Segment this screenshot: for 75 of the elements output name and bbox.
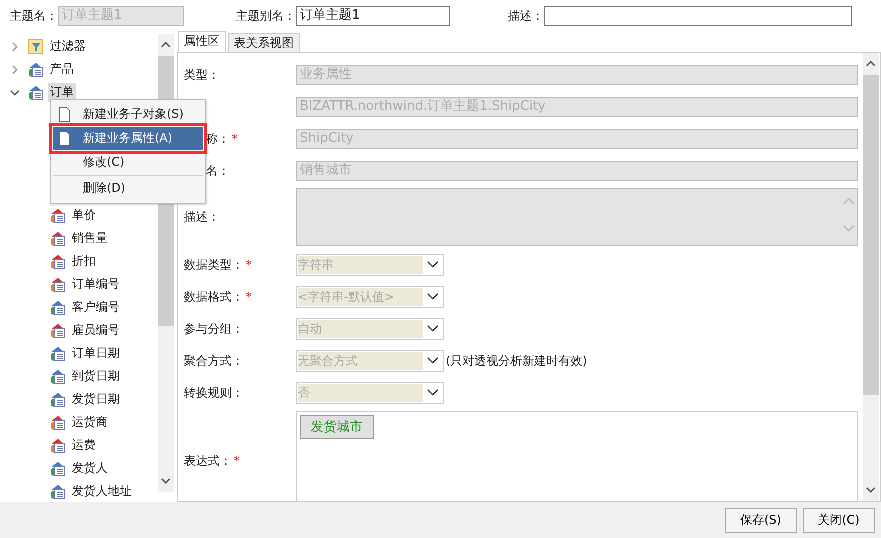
scroll-down-icon[interactable] [161, 478, 171, 484]
scroll-up-icon[interactable] [866, 61, 876, 67]
field-label: 主题别名： [236, 8, 296, 24]
scrollbar[interactable] [863, 53, 879, 501]
tab[interactable]: 表关系视图 [228, 33, 300, 52]
document-icon [59, 106, 71, 122]
measure-field-icon [50, 208, 66, 224]
scroll-arrows-icon [843, 195, 855, 235]
field-label: 描述： [508, 8, 544, 24]
measure-field-icon [50, 254, 66, 270]
close-button[interactable]: 关闭(C) [803, 508, 875, 532]
field-label: 参与分组： [184, 322, 244, 336]
menu-item[interactable]: 新建业务属性(A) [53, 127, 203, 150]
collapse-chevron-icon[interactable] [10, 88, 20, 98]
measure-field-icon [50, 414, 66, 430]
expand-chevron-icon[interactable] [10, 42, 20, 52]
table-icon [28, 84, 44, 100]
tree-item[interactable]: 发货日期 [70, 390, 122, 409]
expand-chevron-icon[interactable] [10, 64, 20, 74]
measure-field-icon [50, 230, 66, 246]
required-mark: * [246, 258, 252, 272]
measure-field-icon [50, 438, 66, 454]
chevron-down-icon [427, 357, 439, 365]
description-field[interactable] [544, 6, 852, 26]
field-label: 称： [206, 132, 230, 146]
save-button[interactable]: 保存(S) [725, 508, 797, 532]
document-icon [59, 130, 71, 146]
hint-text: (只对透视分析新建时有效) [446, 352, 588, 370]
field-label: 转换规则： [184, 386, 244, 400]
field-label: 描述： [184, 210, 220, 224]
field-label: 表达式： [184, 454, 232, 468]
chevron-down-icon [427, 325, 439, 333]
measure-field-icon [50, 276, 66, 292]
field-label: 类型： [184, 68, 220, 82]
menu-item[interactable]: 新建业务子对象(S) [53, 103, 203, 126]
tree-item[interactable]: 发货人地址 [70, 482, 134, 501]
dimension-field-icon [50, 484, 66, 500]
table-icon [28, 62, 44, 78]
measure-field-icon [50, 322, 66, 338]
tree-item[interactable]: 折扣 [70, 252, 98, 271]
required-mark: * [234, 454, 240, 468]
required-mark: * [232, 132, 238, 146]
dimension-field-icon [50, 460, 66, 476]
tree-item[interactable]: 单价 [70, 206, 98, 225]
subject-alias-field[interactable]: 订单主题1 [296, 6, 450, 26]
tree-item[interactable]: 到货日期 [70, 367, 122, 386]
filter-icon [28, 38, 44, 54]
tree-item[interactable]: 产品 [48, 60, 76, 79]
chevron-down-icon [427, 389, 439, 397]
menu-item[interactable]: 删除(D) [53, 177, 203, 200]
chevron-down-icon [427, 261, 439, 269]
dimension-field-icon [50, 368, 66, 384]
tree-item[interactable]: 销售量 [70, 229, 110, 248]
dimension-field-icon [50, 300, 66, 316]
dimension-field-icon [50, 392, 66, 408]
tree-item[interactable]: 发货人 [70, 459, 110, 478]
tree-item[interactable]: 运货商 [70, 413, 110, 432]
menu-item[interactable]: 修改(C) [53, 151, 203, 174]
tree-item[interactable]: 过滤器 [48, 37, 88, 56]
tree-item[interactable]: 订单编号 [70, 275, 122, 294]
required-mark: * [246, 290, 252, 304]
chevron-down-icon [427, 293, 439, 301]
scroll-down-icon[interactable] [866, 487, 876, 493]
field-label: 数据类型： [184, 258, 244, 272]
tree-item[interactable]: 雇员编号 [70, 321, 122, 340]
scroll-up-icon[interactable] [161, 42, 171, 48]
tree-item[interactable]: 订单日期 [70, 344, 122, 363]
field-label: 主题名： [10, 8, 58, 24]
field-label: 名： [206, 164, 230, 178]
dimension-field-icon [50, 346, 66, 362]
field-label: 聚合方式： [184, 354, 244, 368]
tab[interactable]: 属性区 [178, 31, 226, 52]
field-label: 数据格式： [184, 290, 244, 304]
tree-item[interactable]: 客户编号 [70, 298, 122, 317]
tree-item[interactable]: 运费 [70, 436, 98, 455]
